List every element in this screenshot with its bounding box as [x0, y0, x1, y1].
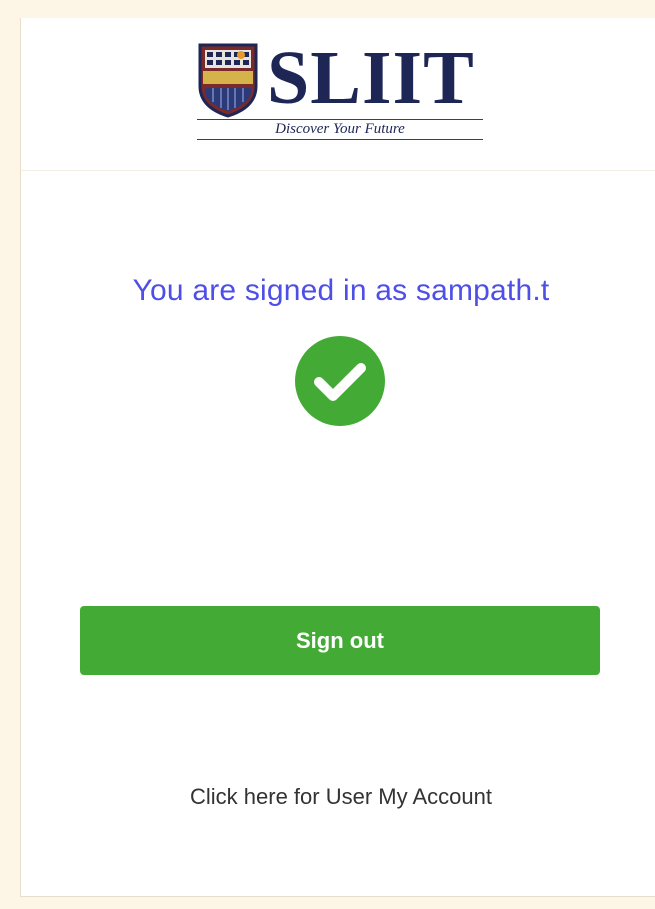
logo-divider-top: [197, 119, 483, 120]
sign-in-status-card: SLIIT Discover Your Future You are signe…: [20, 18, 655, 897]
logo-wordmark: SLIIT: [267, 36, 475, 120]
check-circle-icon: [295, 336, 385, 426]
crest-icon: [198, 43, 258, 118]
header: SLIIT Discover Your Future: [21, 18, 655, 171]
logo-divider-bottom: [197, 139, 483, 140]
user-account-link[interactable]: Click here for User My Account: [21, 784, 655, 810]
signed-in-message: You are signed in as sampath.t: [132, 274, 550, 307]
sign-out-button[interactable]: Sign out: [80, 606, 600, 675]
sliit-logo: SLIIT Discover Your Future: [197, 36, 487, 166]
logo-tagline: Discover Your Future: [275, 121, 405, 137]
